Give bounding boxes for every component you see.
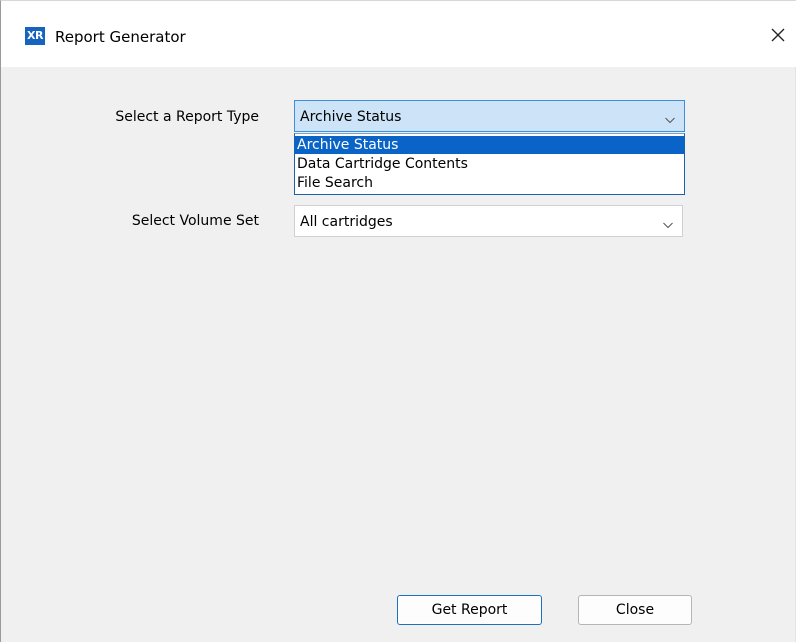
report-type-selected-value: Archive Status xyxy=(300,109,402,125)
volume-set-select[interactable]: All cartridges xyxy=(294,205,683,237)
app-logo-icon: XR xyxy=(25,27,45,45)
chevron-down-icon xyxy=(662,216,674,229)
report-type-option-archive-status[interactable]: Archive Status xyxy=(295,136,684,154)
volume-set-label: Select Volume Set xyxy=(131,213,259,229)
close-button[interactable]: Close xyxy=(578,595,692,625)
chevron-down-icon xyxy=(664,111,676,124)
report-type-option-file-search[interactable]: File Search xyxy=(295,174,684,192)
window-title: Report Generator xyxy=(55,28,186,46)
get-report-button[interactable]: Get Report xyxy=(397,595,542,625)
report-type-select[interactable]: Archive Status xyxy=(294,100,685,132)
title-bar[interactable]: XR Report Generator xyxy=(1,1,796,67)
close-icon[interactable] xyxy=(766,23,790,47)
report-type-label: Select a Report Type xyxy=(115,109,259,125)
report-type-dropdown-list: Archive Status Data Cartridge Contents F… xyxy=(294,133,685,195)
report-generator-dialog: XR Report Generator Select a Report Type… xyxy=(0,0,796,642)
volume-set-selected-value: All cartridges xyxy=(300,214,393,230)
report-type-option-data-cartridge-contents[interactable]: Data Cartridge Contents xyxy=(295,155,684,173)
